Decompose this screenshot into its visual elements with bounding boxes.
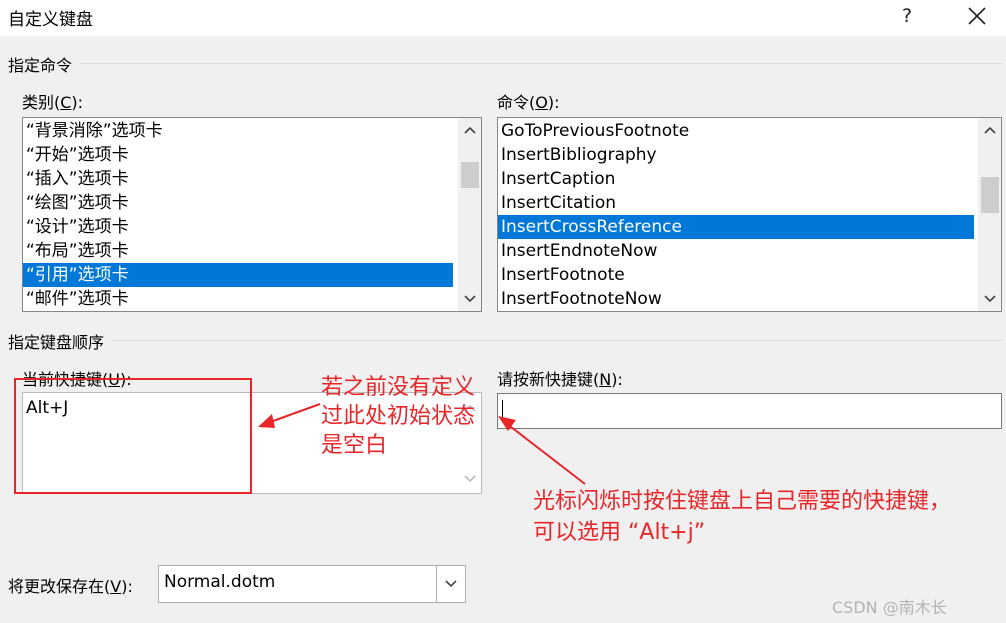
command-item[interactable]: InsertBibliography <box>498 143 974 167</box>
command-item[interactable]: InsertFootnoteNow <box>498 287 974 311</box>
categories-label: 类别(C): <box>22 89 83 113</box>
scroll-thumb[interactable] <box>461 162 479 188</box>
annotation-note-1: 若之前没有定义 过此处初始状态 是空白 <box>321 373 475 460</box>
save-in-label: 将更改保存在(V): <box>8 573 133 597</box>
chevron-down-icon <box>445 580 457 588</box>
save-in-label-suffix: ): <box>121 577 133 596</box>
command-item[interactable]: InsertCaption <box>498 167 974 191</box>
commands-label-prefix: 命令( <box>497 93 536 112</box>
command-item-selected[interactable]: InsertCrossReference <box>498 215 974 239</box>
categories-label-accel: C <box>60 93 72 112</box>
title-bar: 自定义键盘 ? <box>0 0 1006 36</box>
commands-label-suffix: ): <box>547 93 560 112</box>
commands-label: 命令(O): <box>497 89 559 113</box>
annotation-line: 是空白 <box>321 433 388 458</box>
categories-label-suffix: ): <box>71 93 84 112</box>
section-specify-command: 指定命令 <box>8 52 79 76</box>
categories-list: “背景消除”选项卡 “开始”选项卡 “插入”选项卡 “绘图”选项卡 “设计”选项… <box>23 119 453 311</box>
command-item[interactable]: InsertFootnote <box>498 263 974 287</box>
command-item[interactable]: InsertEndnoteNow <box>498 239 974 263</box>
scroll-down-button[interactable] <box>459 287 481 311</box>
annotation-line: 过此处初始状态 <box>321 404 476 429</box>
scroll-down-button[interactable] <box>979 287 1001 311</box>
category-item[interactable]: “开始”选项卡 <box>23 143 453 167</box>
chevron-down-icon <box>464 475 476 483</box>
annotation-line: 若之前没有定义 <box>321 375 476 400</box>
annotation-line: 光标闪烁时按住键盘上自己需要的快捷键， <box>533 489 952 514</box>
chevron-down-icon <box>464 295 476 303</box>
categories-scrollbar[interactable] <box>458 118 481 311</box>
help-button[interactable]: ? <box>893 3 921 29</box>
new-shortcut-label-suffix: ): <box>611 370 623 389</box>
chevron-up-icon <box>464 126 476 134</box>
categories-label-prefix: 类别( <box>22 93 61 112</box>
commands-list: GoToPreviousFootnote InsertBibliography … <box>498 119 974 311</box>
commands-label-accel: O <box>535 93 548 112</box>
category-item[interactable]: “布局”选项卡 <box>23 239 453 263</box>
category-item[interactable]: “背景消除”选项卡 <box>23 119 453 143</box>
commands-listbox[interactable]: GoToPreviousFootnote InsertBibliography … <box>497 117 1002 312</box>
new-shortcut-label: 请按新快捷键(N): <box>497 366 623 390</box>
command-item[interactable]: InsertCitation <box>498 191 974 215</box>
commands-scrollbar[interactable] <box>978 118 1001 311</box>
close-icon <box>968 7 986 25</box>
text-caret <box>502 400 503 422</box>
section-separator <box>8 63 1002 64</box>
annotation-highlight-box <box>14 378 252 494</box>
watermark: CSDN @南木长 <box>832 598 947 617</box>
category-item[interactable]: “设计”选项卡 <box>23 215 453 239</box>
categories-listbox[interactable]: “背景消除”选项卡 “开始”选项卡 “插入”选项卡 “绘图”选项卡 “设计”选项… <box>22 117 482 312</box>
section-specify-keys: 指定键盘顺序 <box>8 329 111 353</box>
annotation-line: 可以选用 “Alt+j” <box>533 520 706 545</box>
save-in-label-accel: V <box>110 577 122 596</box>
dialog-title: 自定义键盘 <box>8 10 93 30</box>
new-shortcut-label-prefix: 请按新快捷键( <box>497 370 600 389</box>
scroll-up-button[interactable] <box>459 118 481 142</box>
save-in-value: Normal.dotm <box>164 572 276 592</box>
save-in-dropdown[interactable]: Normal.dotm <box>158 565 466 603</box>
dropdown-button[interactable] <box>436 566 465 602</box>
scroll-up-button[interactable] <box>979 118 1001 142</box>
new-shortcut-input[interactable] <box>497 393 1002 429</box>
close-button[interactable] <box>960 3 994 29</box>
section-separator <box>8 340 1002 341</box>
category-item[interactable]: “插入”选项卡 <box>23 167 453 191</box>
scroll-down-button[interactable] <box>464 468 476 487</box>
category-item[interactable]: “绘图”选项卡 <box>23 191 453 215</box>
category-item[interactable]: “邮件”选项卡 <box>23 287 453 311</box>
chevron-down-icon <box>984 295 996 303</box>
scroll-thumb[interactable] <box>981 177 999 213</box>
command-item[interactable]: GoToPreviousFootnote <box>498 119 974 143</box>
category-item-selected[interactable]: “引用”选项卡 <box>23 263 453 287</box>
save-in-label-prefix: 将更改保存在( <box>8 577 111 596</box>
annotation-note-2: 光标闪烁时按住键盘上自己需要的快捷键， 可以选用 “Alt+j” <box>533 486 951 548</box>
chevron-up-icon <box>984 126 996 134</box>
new-shortcut-label-accel: N <box>599 370 612 389</box>
